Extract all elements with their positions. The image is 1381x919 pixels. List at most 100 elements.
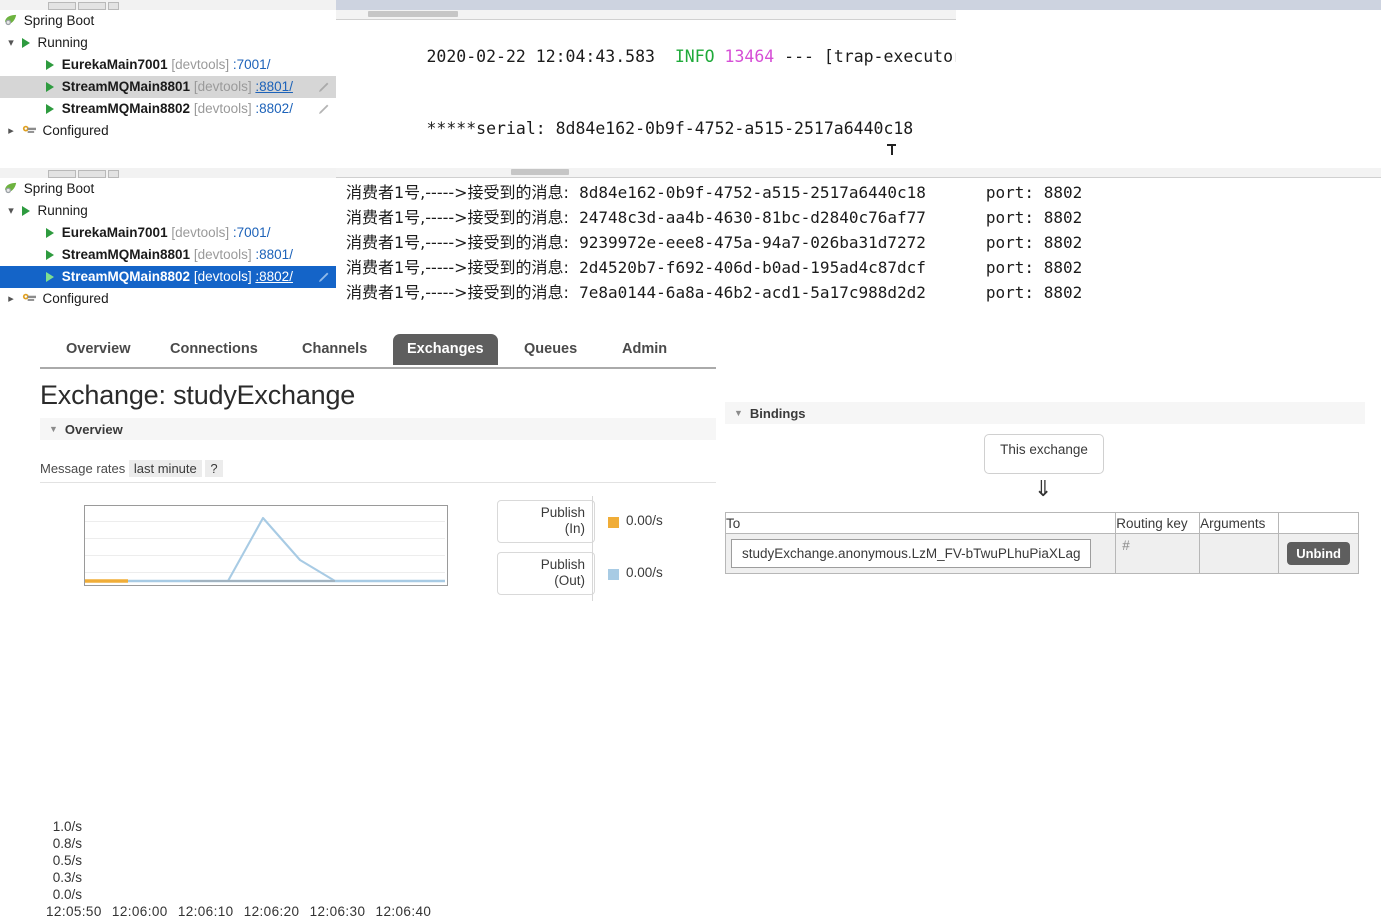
tab-connections[interactable]: Connections — [156, 334, 272, 365]
toolbar-button-b[interactable] — [78, 2, 106, 10]
publish-out-label-2: (Out) — [554, 573, 585, 588]
col-action — [1279, 513, 1359, 534]
spring-boot-tree-panel-2[interactable]: Spring Boot ▾ Running EurekaMain7001 [de… — [0, 178, 337, 318]
publish-in-button[interactable]: Publish (In) — [497, 500, 595, 543]
triangle-down-icon[interactable]: ▼ — [49, 418, 58, 440]
overview-section-label: Overview — [65, 422, 123, 437]
y-tick-label: 0.3/s — [30, 870, 82, 885]
console2-row-message: 2d4520b7-f692-406d-b0ad-195ad4c87dcf — [579, 258, 926, 277]
toolbar-button-c[interactable] — [108, 2, 119, 10]
x-tick-label: 12:06:00 — [112, 904, 168, 919]
console2-row-port: port: 8802 — [986, 283, 1082, 302]
edit-pencil-icon[interactable] — [318, 103, 330, 115]
console-output-panel-2[interactable]: 消费者1号,----->接受到的消息: 8d84e162-0b9f-4752-a… — [336, 168, 1381, 318]
chevron-down-icon[interactable]: ▾ — [4, 200, 18, 222]
tree-item-port-link[interactable]: :7001/ — [233, 225, 271, 240]
tab-admin[interactable]: Admin — [608, 334, 681, 365]
tree-group-label-2: Running — [38, 203, 88, 218]
binding-queue-link[interactable]: studyExchange.anonymous.LzM_FV-bTwuPLhuP… — [731, 539, 1091, 568]
message-rates-period-chip[interactable]: last minute — [129, 460, 202, 477]
double-down-arrow-icon: ⇓ — [1034, 476, 1052, 502]
console-2-hscroll-thumb[interactable] — [511, 169, 569, 175]
bindings-section-header[interactable]: ▼Bindings — [725, 402, 1365, 424]
toolbar2-button-b[interactable] — [78, 170, 106, 178]
console-1-hscrollbar[interactable] — [336, 10, 956, 20]
tree-item-streammqmain8801-2[interactable]: StreamMQMain8801 [devtools] :8801/ — [0, 244, 336, 266]
rates-divider — [40, 482, 716, 483]
tree-item-port-link[interactable]: :8801/ — [255, 79, 293, 94]
help-question-icon[interactable]: ? — [205, 460, 222, 477]
tree-item-port-link[interactable]: :8801/ — [255, 247, 293, 262]
legend-swatch-publish-out — [608, 569, 619, 580]
unbind-button[interactable]: Unbind — [1287, 542, 1350, 565]
toolbar-button-a[interactable] — [48, 2, 76, 10]
console2-row-port: port: 8802 — [986, 208, 1082, 227]
y-tick-label: 0.5/s — [30, 853, 82, 868]
run-triangle-icon — [46, 60, 54, 70]
chevron-down-icon[interactable]: ▾ — [4, 32, 18, 54]
run-triangle-icon — [22, 206, 30, 216]
console-output-panel-1[interactable]: 2020-02-22 12:04:43.583 INFO 13464 --- [… — [336, 10, 956, 165]
tree-item-streammqmain8802-2[interactable]: StreamMQMain8802 [devtools] :8802/ — [0, 266, 336, 288]
tree-item-name: StreamMQMain8801 — [62, 79, 190, 94]
tree-item-eurekamain7001-2[interactable]: EurekaMain7001 [devtools] :7001/ — [0, 222, 336, 244]
console2-row: 消费者1号,----->接受到的消息: 24748c3d-aa4b-4630-8… — [346, 205, 1082, 230]
run-triangle-icon — [46, 272, 54, 282]
col-routing-key: Routing key — [1116, 513, 1200, 534]
run-triangle-icon — [46, 104, 54, 114]
tree-item-port-link[interactable]: :8802/ — [255, 101, 293, 116]
tree-item-devtools: [devtools] — [194, 79, 252, 94]
console2-row-message: 7e8a0144-6a8a-46b2-acd1-5a17c988d2d2 — [579, 283, 926, 302]
tree-item-name: StreamMQMain8802 — [62, 269, 190, 284]
tree-item-streammqmain8802-1[interactable]: StreamMQMain8802 [devtools] :8802/ — [0, 98, 336, 120]
rabbitmq-management-page: Overview Connections Channels Exchanges … — [0, 320, 1381, 601]
tree-group-running-2[interactable]: ▾ Running — [0, 200, 336, 222]
chart-plot-area — [84, 505, 448, 586]
publish-in-label-1: Publish — [541, 505, 585, 520]
toolbar2-button-a[interactable] — [48, 170, 76, 178]
spring-boot-leaf-icon — [4, 12, 19, 25]
console2-row-prefix: 消费者1号,----->接受到的消息: — [346, 233, 579, 252]
tree-item-eurekamain7001-1[interactable]: EurekaMain7001 [devtools] :7001/ — [0, 54, 336, 76]
run-triangle-icon — [46, 228, 54, 238]
edit-pencil-icon[interactable] — [318, 271, 330, 283]
tree-root-spring-boot-2: Spring Boot — [0, 178, 336, 200]
console-2-hscrollbar[interactable] — [336, 168, 1381, 178]
console2-row-prefix: 消费者1号,----->接受到的消息: — [346, 258, 579, 277]
tree-group-label-2b: Configured — [43, 291, 109, 306]
tab-overview[interactable]: Overview — [52, 334, 145, 365]
rabbitmq-tab-bar[interactable]: Overview Connections Channels Exchanges … — [40, 333, 716, 369]
publish-out-button[interactable]: Publish (Out) — [497, 552, 595, 595]
tree-item-streammqmain8801-1[interactable]: StreamMQMain8801 [devtools] :8801/ — [0, 76, 336, 98]
binding-arguments-cell — [1200, 534, 1279, 574]
toolbar2-button-c[interactable] — [108, 170, 119, 178]
tree-group-running-1[interactable]: ▾ Running — [0, 32, 336, 54]
tree-root-spring-boot: Spring Boot — [0, 10, 336, 32]
tree-group-label-1b: Configured — [43, 123, 109, 138]
tree-item-name: StreamMQMain8802 — [62, 101, 190, 116]
tree-item-port-link[interactable]: :8802/ — [255, 269, 293, 284]
console2-row-prefix: 消费者1号,----->接受到的消息: — [346, 183, 579, 202]
triangle-down-icon[interactable]: ▼ — [734, 402, 743, 424]
tree-item-devtools: [devtools] — [194, 269, 252, 284]
console2-row-message: 8d84e162-0b9f-4752-a515-2517a6440c18 — [579, 183, 926, 202]
x-tick-label: 12:06:20 — [244, 904, 300, 919]
tree-item-name: EurekaMain7001 — [62, 57, 168, 72]
tab-exchanges[interactable]: Exchanges — [393, 334, 498, 365]
serial-prefix: *****serial: — [426, 119, 555, 138]
chevron-right-icon[interactable]: ▸ — [4, 288, 18, 310]
bindings-table-header-row: To Routing key Arguments — [726, 513, 1359, 534]
overview-section-header[interactable]: ▼ Overview — [40, 418, 716, 440]
bindings-table: To Routing key Arguments studyExchange.a… — [725, 512, 1359, 574]
spring-boot-tree-panel-1[interactable]: Spring Boot ▾ Running EurekaMain7001 [de… — [0, 10, 337, 165]
edit-pencil-icon[interactable] — [318, 81, 330, 93]
chevron-right-icon[interactable]: ▸ — [4, 120, 18, 142]
console2-row-port: port: 8802 — [986, 183, 1082, 202]
console-1-hscroll-thumb[interactable] — [368, 11, 458, 17]
tab-queues[interactable]: Queues — [510, 334, 591, 365]
console2-row-prefix: 消费者1号,----->接受到的消息: — [346, 208, 579, 227]
tree-group-configured-2[interactable]: ▸ Configured — [0, 288, 336, 310]
tree-item-port-link[interactable]: :7001/ — [233, 57, 271, 72]
tree-group-configured-1[interactable]: ▸ Configured — [0, 120, 336, 142]
tab-channels[interactable]: Channels — [288, 334, 381, 365]
